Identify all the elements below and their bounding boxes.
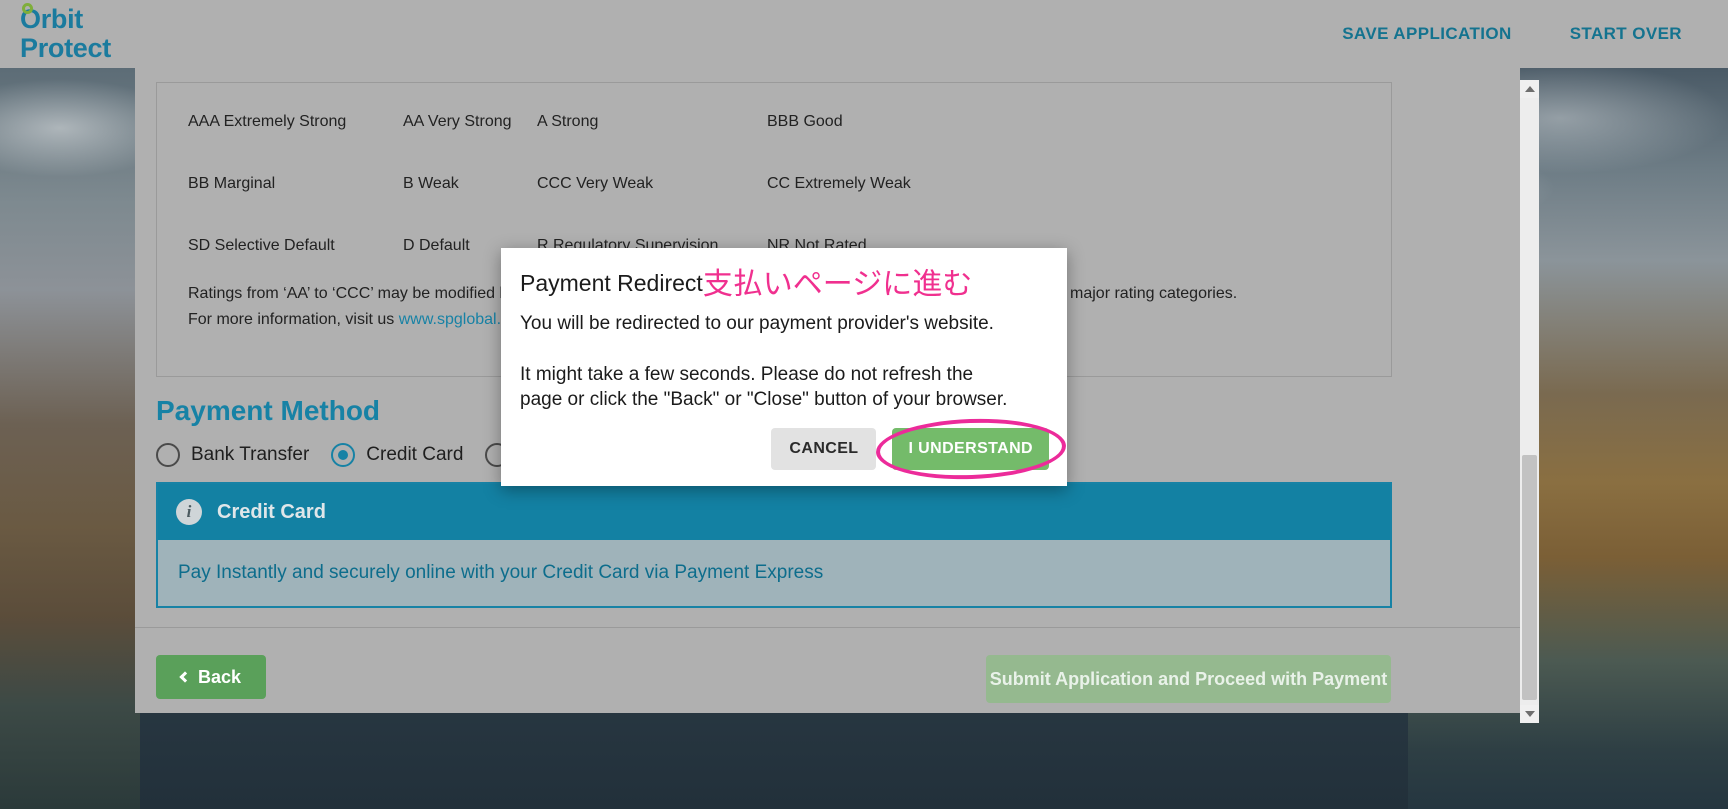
radio-option-bank-transfer[interactable]: Bank Transfer — [156, 443, 309, 467]
triangle-up-icon — [1524, 86, 1535, 92]
start-over-link[interactable]: START OVER — [1570, 24, 1682, 44]
logo-dot-icon — [22, 3, 33, 14]
background-left-foreground — [0, 68, 140, 809]
page-scrollbar[interactable] — [1520, 80, 1539, 723]
submit-application-button[interactable]: Submit Application and Proceed with Paym… — [986, 655, 1391, 703]
modal-body-line-1: You will be redirected to our payment pr… — [520, 313, 994, 334]
back-button-label: Back — [197, 666, 242, 687]
credit-card-info-panel: i Credit Card Pay Instantly and securely… — [156, 482, 1392, 608]
rating-cell: A Strong — [537, 113, 599, 130]
credit-card-panel-body: Pay Instantly and securely online with y… — [158, 540, 1390, 606]
rating-cell: BBB Good — [767, 113, 843, 130]
rating-cell: CC Extremely Weak — [767, 175, 911, 192]
i-understand-button[interactable]: I UNDERSTAND — [892, 428, 1049, 470]
submit-button-label: Submit Application and Proceed with Paym… — [989, 668, 1388, 689]
rating-cell: CCC Very Weak — [537, 175, 654, 192]
logo-line-1: Orbit — [20, 4, 83, 34]
payment-method-heading: Payment Method — [156, 395, 381, 426]
radio-dot-icon — [156, 443, 180, 467]
scrollbar-thumb[interactable] — [1522, 455, 1537, 700]
rating-cell: SD Selective Default — [188, 237, 335, 254]
payment-method-radio-group: Bank Transfer Credit Card — [156, 443, 542, 467]
footer-divider — [135, 627, 1520, 628]
triangle-down-icon — [1524, 711, 1535, 717]
modal-actions: CANCEL I UNDERSTAND — [771, 415, 1068, 483]
credit-card-panel-header: i Credit Card — [158, 484, 1390, 540]
rating-cell: AA Very Strong — [403, 113, 512, 130]
rating-cell: B Weak — [403, 175, 459, 192]
info-icon: i — [176, 499, 202, 525]
save-application-link[interactable]: SAVE APPLICATION — [1342, 24, 1512, 44]
modal-body-line-2: It might take a few seconds. Please do n… — [520, 364, 1008, 410]
understand-button-wrap: I UNDERSTAND — [875, 415, 1068, 483]
app-header: Orbit Protect SAVE APPLICATION START OVE… — [0, 0, 1728, 68]
scroll-down-button[interactable] — [1520, 705, 1539, 723]
ratings-footnote-line-2-prefix: For more information, visit us — [188, 311, 399, 328]
logo-line-2: Protect — [20, 33, 111, 63]
credit-card-panel-text: Pay Instantly and securely online with y… — [178, 562, 824, 583]
cancel-button[interactable]: CANCEL — [771, 428, 877, 470]
radio-dot-icon — [331, 443, 356, 467]
rating-row: AAA Extremely Strong AA Very Strong A St… — [157, 113, 1391, 131]
scroll-up-button[interactable] — [1520, 80, 1539, 98]
modal-title: Payment Redirect — [520, 270, 703, 296]
modal-title-annotation: 支払いページに進む — [702, 268, 973, 301]
credit-card-panel-title: Credit Card — [217, 500, 326, 523]
rating-cell: BB Marginal — [188, 175, 276, 192]
radio-option-credit-card[interactable]: Credit Card — [331, 443, 463, 467]
radio-label: Bank Transfer — [191, 444, 310, 465]
orbit-protect-logo[interactable]: Orbit Protect — [20, 3, 111, 63]
rating-row: BB Marginal B Weak CCC Very Weak CC Extr… — [157, 175, 1391, 193]
rating-cell: AAA Extremely Strong — [188, 113, 347, 130]
payment-redirect-modal: Payment Redirect 支払いページに進む You will be r… — [501, 248, 1068, 486]
radio-label: Credit Card — [366, 444, 464, 465]
header-nav: SAVE APPLICATION START OVER — [1342, 24, 1682, 44]
back-button[interactable]: Back — [156, 655, 266, 699]
modal-title-row: Payment Redirect 支払いページに進む — [520, 267, 973, 301]
chevron-left-icon — [179, 671, 191, 683]
